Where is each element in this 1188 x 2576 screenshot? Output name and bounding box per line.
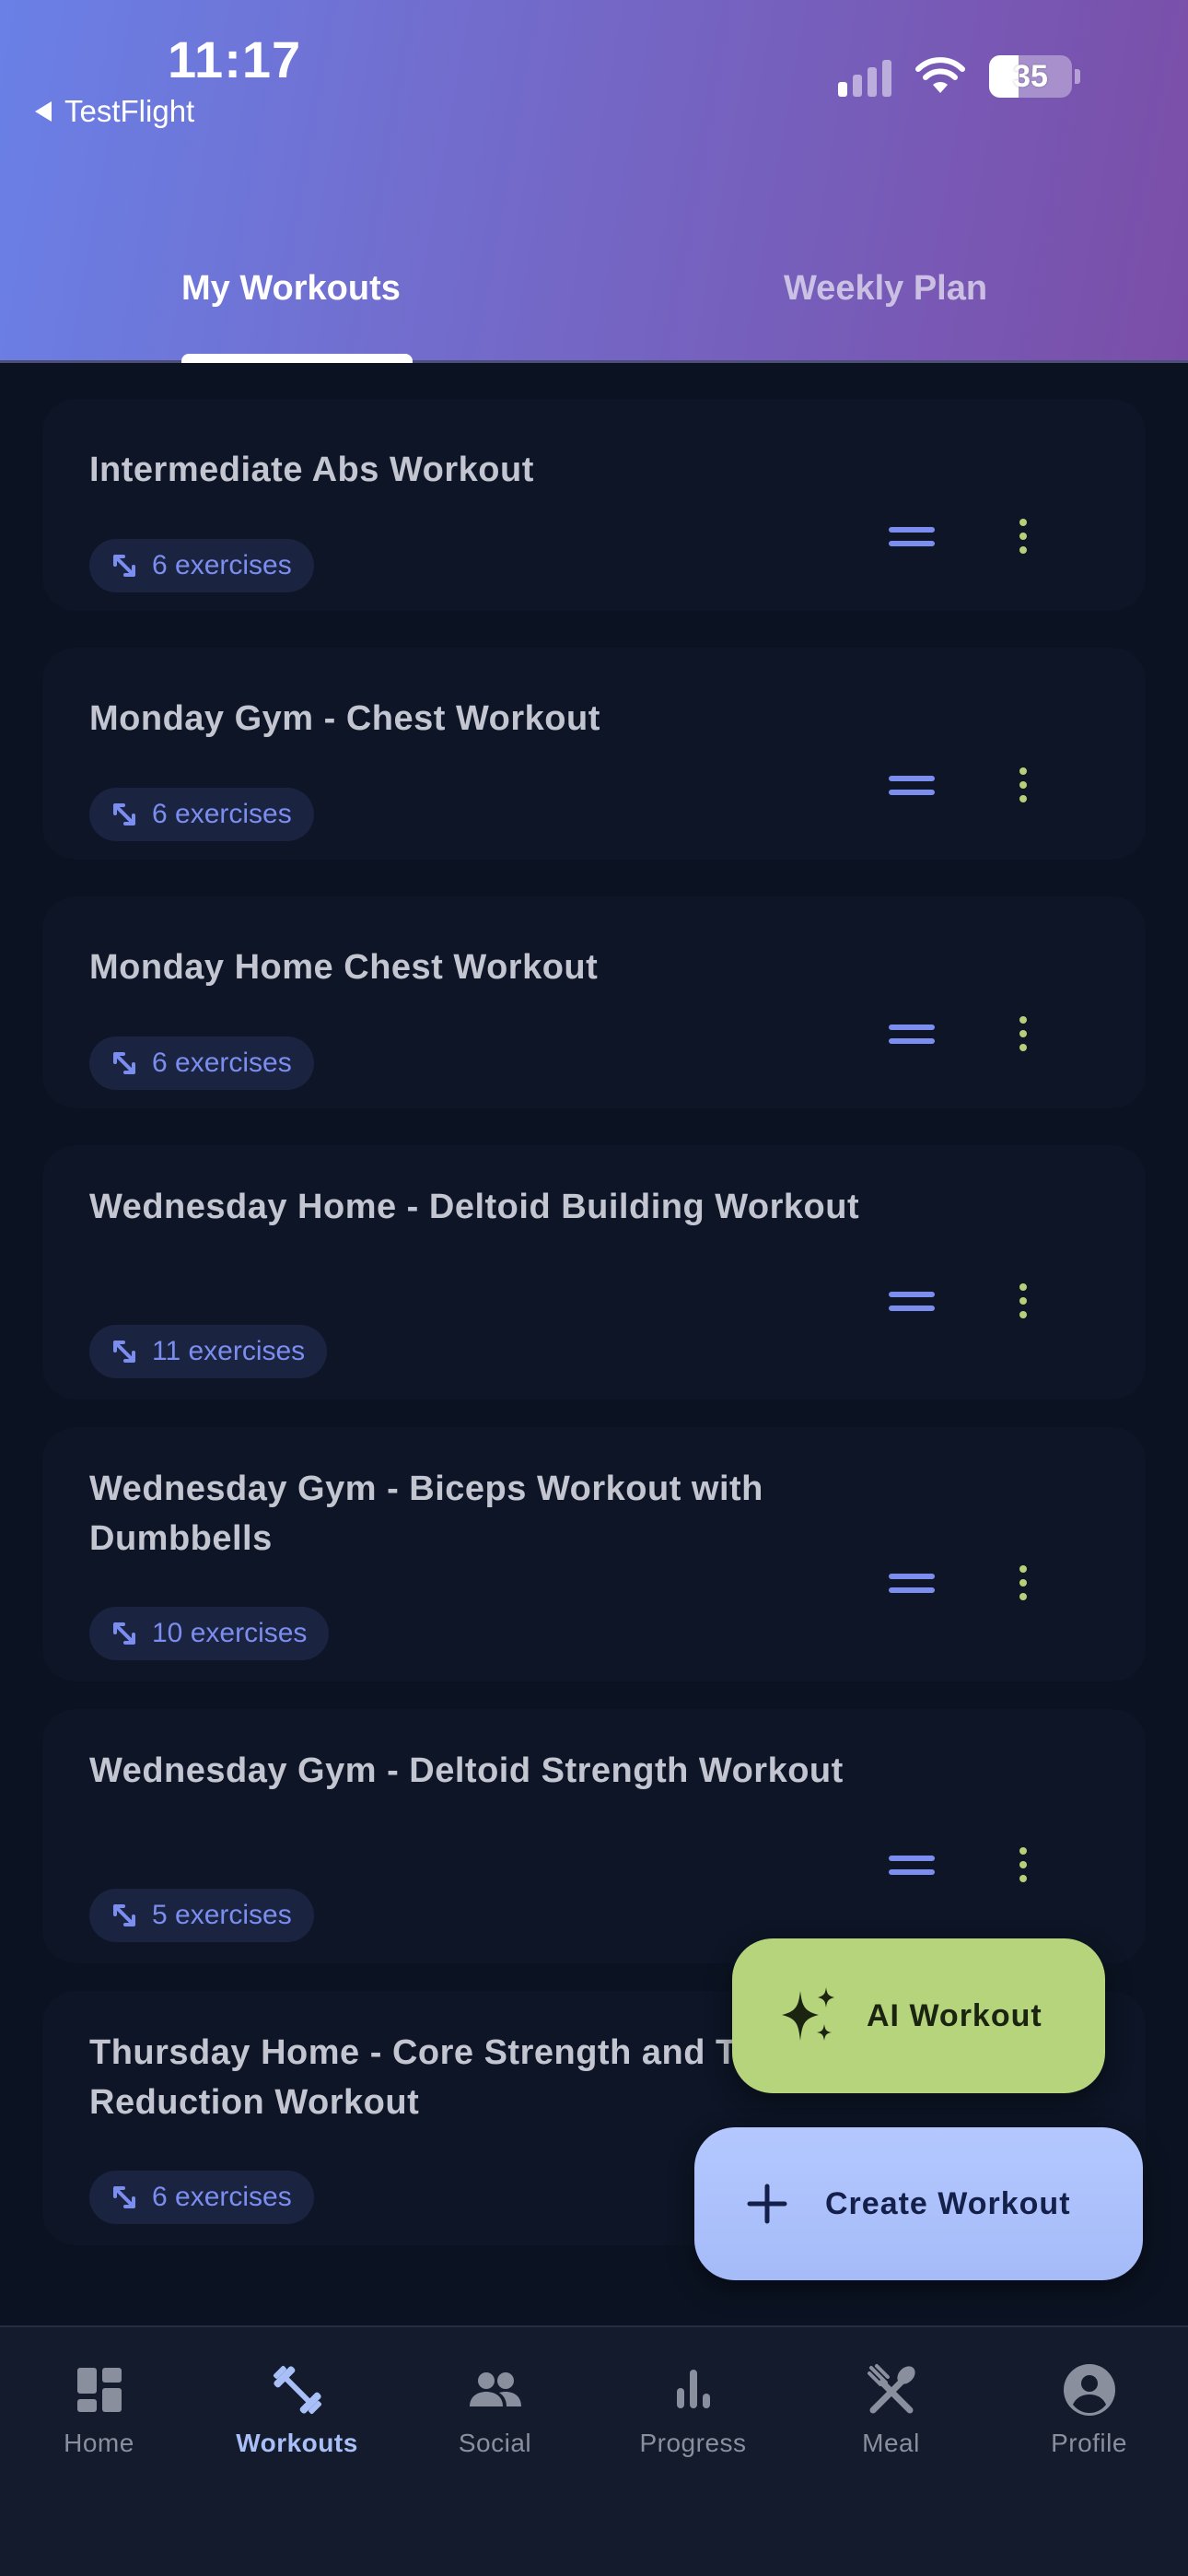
workout-card[interactable]: Monday Home Chest Workout 6 exercises — [42, 896, 1146, 1108]
back-link-label: TestFlight — [64, 94, 195, 128]
cellular-signal-icon — [838, 56, 891, 97]
drag-handle-icon[interactable] — [889, 513, 935, 559]
workout-title: Monday Gym - Chest Workout — [89, 699, 600, 738]
exercise-count-badge: 6 exercises — [89, 2171, 314, 2224]
expand-diagonal-icon — [113, 1904, 135, 1926]
nav-item-meal[interactable]: Meal — [792, 2360, 990, 2458]
tab-my-workouts[interactable]: My Workouts — [181, 269, 401, 309]
active-tab-indicator — [181, 354, 413, 363]
exercise-count: 6 exercises — [152, 550, 292, 580]
nav-label-workouts: Workouts — [236, 2429, 358, 2457]
expand-diagonal-icon — [113, 1341, 135, 1363]
workout-card[interactable]: Wednesday Gym - Deltoid Strength Workout… — [42, 1709, 1146, 1963]
nav-item-progress[interactable]: Progress — [594, 2360, 792, 2458]
bar-chart-icon — [676, 2370, 710, 2408]
expand-diagonal-icon — [113, 803, 135, 825]
battery-indicator: 35 — [989, 55, 1080, 98]
exercise-count-badge: 10 exercises — [89, 1607, 330, 1660]
nav-item-home[interactable]: Home — [0, 2360, 198, 2458]
battery-icon: 35 — [989, 55, 1072, 98]
status-time: 11:17 — [168, 30, 302, 88]
more-options-icon[interactable] — [1009, 1278, 1037, 1324]
ai-workout-label: AI Workout — [867, 1997, 1042, 2033]
workout-title: Wednesday Home - Deltoid Building Workou… — [89, 1188, 860, 1226]
tab-weekly-plan[interactable]: Weekly Plan — [784, 269, 987, 309]
exercise-count: 5 exercises — [152, 1900, 292, 1930]
exercise-count-badge: 11 exercises — [89, 1325, 328, 1378]
drag-handle-icon[interactable] — [889, 762, 935, 808]
drag-handle-icon[interactable] — [889, 1011, 935, 1057]
utensils-icon — [867, 2364, 915, 2414]
workout-card[interactable]: Intermediate Abs Workout 6 exercises — [42, 399, 1146, 611]
nav-item-workouts[interactable]: Workouts — [198, 2360, 396, 2458]
workout-title: Intermediate Abs Workout — [89, 451, 534, 489]
plus-icon — [747, 2184, 787, 2224]
battery-level: 35 — [1013, 59, 1048, 94]
exercise-count: 6 exercises — [152, 1048, 292, 1078]
exercise-count: 6 exercises — [152, 799, 292, 829]
expand-diagonal-icon — [113, 1052, 135, 1074]
workout-title: Monday Home Chest Workout — [89, 948, 599, 987]
drag-handle-icon[interactable] — [889, 1278, 935, 1324]
more-options-icon[interactable] — [1009, 1842, 1037, 1888]
nav-item-profile[interactable]: Profile — [990, 2360, 1188, 2458]
exercise-count-badge: 5 exercises — [89, 1889, 314, 1942]
more-options-icon[interactable] — [1009, 762, 1037, 808]
workout-title: Wednesday Gym - Biceps Workout with Dumb… — [89, 1469, 763, 1558]
workout-card[interactable]: Monday Gym - Chest Workout 6 exercises — [42, 648, 1146, 860]
workout-title: Wednesday Gym - Deltoid Strength Workout — [89, 1751, 844, 1790]
status-indicators: 35 — [838, 55, 1080, 98]
workout-card[interactable]: Wednesday Home - Deltoid Building Workou… — [42, 1145, 1146, 1399]
nav-label-social: Social — [458, 2429, 532, 2457]
wifi-icon — [915, 57, 965, 93]
drag-handle-icon[interactable] — [889, 1842, 935, 1888]
nav-item-social[interactable]: Social — [396, 2360, 594, 2458]
exercise-count: 10 exercises — [152, 1618, 308, 1648]
dashboard-icon — [76, 2368, 122, 2412]
expand-diagonal-icon — [113, 1622, 135, 1645]
more-options-icon[interactable] — [1009, 1560, 1037, 1606]
back-arrow-icon — [35, 101, 52, 122]
dumbbell-icon — [273, 2365, 321, 2415]
exercise-count: 6 exercises — [152, 2182, 292, 2212]
nav-label-profile: Profile — [1051, 2429, 1127, 2457]
create-workout-button[interactable]: Create Workout — [694, 2127, 1143, 2280]
expand-diagonal-icon — [113, 2186, 135, 2208]
nav-label-meal: Meal — [862, 2429, 920, 2457]
ai-workout-button[interactable]: AI Workout — [732, 1938, 1105, 2093]
bottom-navigation: Home Workouts Social Progress Meal Profi… — [0, 2325, 1188, 2576]
back-to-testflight-link[interactable]: TestFlight — [35, 94, 194, 129]
account-circle-icon — [1063, 2364, 1115, 2416]
app-header: 11:17 TestFlight 35 My Workouts Weekly P… — [0, 0, 1188, 363]
sparkle-icon — [782, 1987, 834, 2041]
create-workout-label: Create Workout — [825, 2185, 1071, 2221]
more-options-icon[interactable] — [1009, 1011, 1037, 1057]
exercise-count-badge: 6 exercises — [89, 1036, 314, 1090]
exercise-count-badge: 6 exercises — [89, 539, 314, 592]
nav-label-progress: Progress — [639, 2429, 747, 2457]
drag-handle-icon[interactable] — [889, 1560, 935, 1606]
nav-label-home: Home — [64, 2429, 134, 2457]
exercise-count-badge: 6 exercises — [89, 788, 314, 841]
exercise-count: 11 exercises — [152, 1336, 306, 1366]
more-options-icon[interactable] — [1009, 513, 1037, 559]
workout-card[interactable]: Wednesday Gym - Biceps Workout with Dumb… — [42, 1427, 1146, 1681]
people-icon — [469, 2372, 521, 2406]
expand-diagonal-icon — [113, 555, 135, 577]
